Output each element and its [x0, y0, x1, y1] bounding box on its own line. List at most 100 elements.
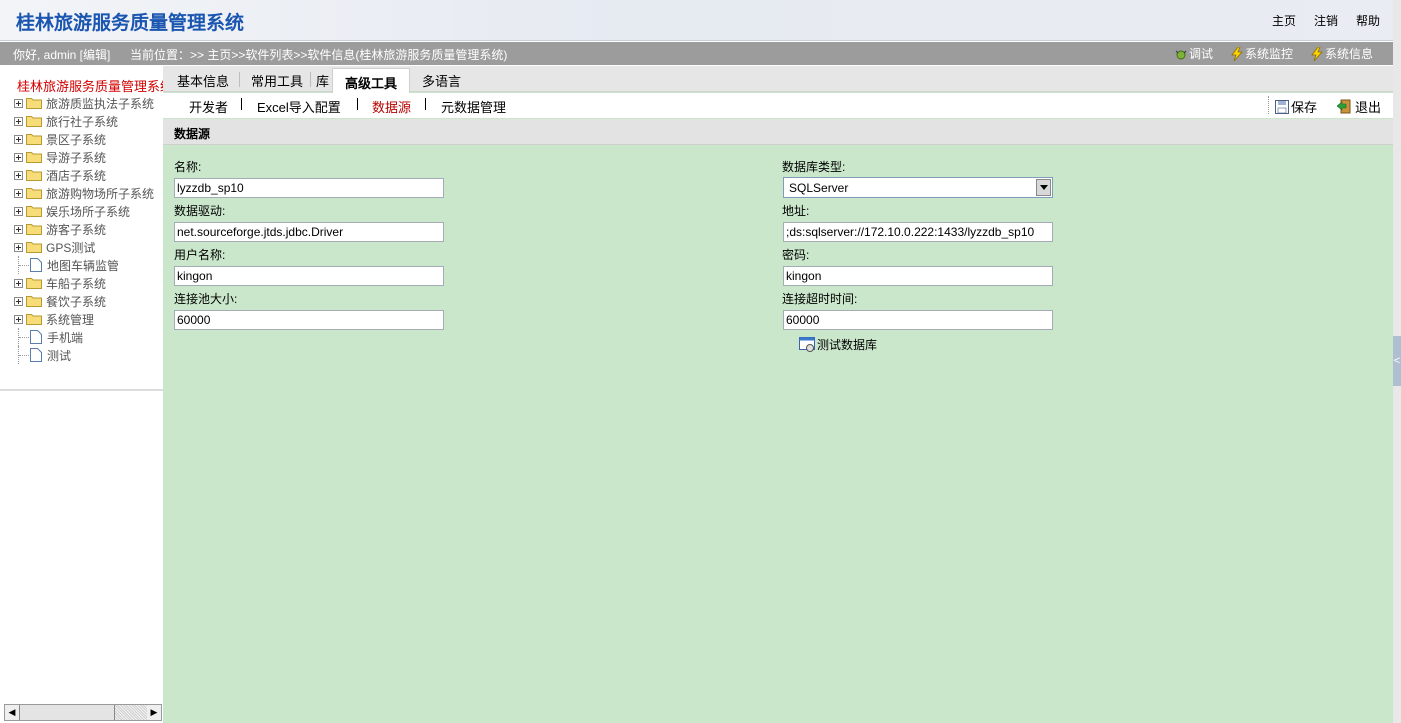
logout-link[interactable]: 注销 [1314, 12, 1338, 29]
tree-item[interactable]: 系统管理 [14, 310, 163, 328]
driver-input[interactable] [174, 222, 444, 242]
tree-item[interactable]: 手机端 [14, 328, 163, 346]
exit-button[interactable]: 退出 [1336, 97, 1381, 116]
tree-item-label: 测试 [47, 348, 72, 363]
tree-item-label: 地图车辆监管 [47, 258, 120, 273]
collapse-handle[interactable]: < [1393, 336, 1401, 386]
tree-item-label: 旅行社子系统 [46, 114, 119, 129]
pool-size-label: 连接池大小: [174, 292, 238, 306]
info-bar: 你好, admin [编辑] 当前位置：>> 主页>>软件列表>>软件信息(桂林… [0, 42, 1393, 65]
username-input[interactable] [174, 266, 444, 286]
tree-item[interactable]: 游客子系统 [14, 220, 163, 238]
tree-item-label: 游客子系统 [46, 222, 107, 237]
exit-icon [1336, 99, 1351, 114]
tree-item[interactable]: 地图车辆监管 [14, 256, 163, 274]
tab-advanced-tools[interactable]: 高级工具 [332, 68, 411, 93]
timeout-input[interactable] [783, 310, 1053, 330]
name-input[interactable] [174, 178, 444, 198]
db-type-select[interactable]: SQLServer [783, 177, 1053, 198]
tree-root-label: 桂林旅游服务质量管理系统 [17, 79, 163, 94]
home-link[interactable]: 主页 [1272, 12, 1296, 29]
test-database-label: 测试数据库 [817, 338, 878, 352]
tree-item[interactable]: 娱乐场所子系统 [14, 202, 163, 220]
system-monitor-button[interactable]: 系统监控 [1231, 45, 1293, 62]
tree-item[interactable]: 测试 [14, 346, 163, 364]
system-info-button[interactable]: 系统信息 [1311, 45, 1373, 62]
debug-label: 调试 [1188, 47, 1213, 61]
scroll-track[interactable] [115, 705, 147, 720]
test-database-button[interactable]: 测试数据库 [799, 336, 877, 353]
tree-item[interactable]: GPS测试 [14, 238, 163, 256]
tree-item[interactable]: 车船子系统 [14, 274, 163, 292]
folder-icon [26, 116, 42, 127]
pool-size-input[interactable] [174, 310, 444, 330]
toolbar-divider [1268, 96, 1269, 114]
expand-icon[interactable] [14, 98, 23, 108]
expand-icon[interactable] [14, 224, 23, 234]
tab-library[interactable]: 库 [316, 71, 329, 90]
tree-item[interactable]: 景区子系统 [14, 130, 163, 148]
action-buttons: 保存 退出 [1274, 97, 1381, 116]
folder-icon [26, 170, 42, 181]
section-title: 数据源 [174, 127, 211, 141]
expand-icon[interactable] [14, 278, 23, 288]
tab-multilanguage[interactable]: 多语言 [422, 71, 461, 90]
expand-icon[interactable] [14, 188, 23, 198]
tree-connector [18, 346, 30, 364]
expand-icon[interactable] [14, 116, 23, 126]
subtab-separator [241, 98, 242, 110]
subtab-separator [357, 98, 358, 110]
expand-icon[interactable] [14, 206, 23, 216]
page-icon [30, 348, 42, 362]
save-button[interactable]: 保存 [1274, 97, 1317, 116]
name-label: 名称: [174, 160, 202, 174]
help-link[interactable]: 帮助 [1356, 12, 1380, 29]
tree-item[interactable]: 餐饮子系统 [14, 292, 163, 310]
subtab-separator [425, 98, 426, 110]
subtab-developer[interactable]: 开发者 [189, 97, 228, 116]
test-database-icon [799, 337, 815, 352]
breadcrumb: 当前位置：>> 主页>>软件列表>>软件信息(桂林旅游服务质量管理系统) [130, 48, 508, 62]
tree: 旅游质监执法子系统 旅行社子系统 景区子系统 导游子系统 酒店子系统 旅游购物场… [14, 94, 163, 364]
password-input[interactable] [783, 266, 1053, 286]
tree-item[interactable]: 旅游购物场所子系统 [14, 184, 163, 202]
page-icon [30, 258, 42, 272]
expand-icon[interactable] [14, 296, 23, 306]
tree-item-label: 餐饮子系统 [46, 294, 107, 309]
expand-icon[interactable] [14, 242, 23, 252]
subtab-metadata[interactable]: 元数据管理 [441, 97, 506, 116]
user-greeting[interactable]: 你好, admin [编辑] [13, 46, 110, 63]
subtab-datasource[interactable]: 数据源 [372, 97, 411, 116]
tree-item[interactable]: 酒店子系统 [14, 166, 163, 184]
sub-toolbar: 开发者 Excel导入配置 数据源 元数据管理 保存 退出 [163, 93, 1393, 118]
system-info-label: 系统信息 [1324, 47, 1373, 61]
expand-icon[interactable] [14, 170, 23, 180]
tab-common-tools[interactable]: 常用工具 [251, 71, 303, 90]
page-icon [30, 330, 42, 344]
expand-icon[interactable] [14, 314, 23, 324]
tree-item-label: 导游子系统 [46, 150, 107, 165]
db-type-label: 数据库类型: [782, 160, 846, 174]
expand-icon[interactable] [14, 152, 23, 162]
tree-item-label: 旅游质监执法子系统 [46, 96, 155, 111]
dropdown-arrow-icon[interactable] [1036, 179, 1051, 196]
expand-icon[interactable] [14, 134, 23, 144]
tree-item[interactable]: 旅行社子系统 [14, 112, 163, 130]
tree-item[interactable]: 导游子系统 [14, 148, 163, 166]
scroll-left-icon[interactable]: ◀ [5, 705, 19, 720]
horizontal-scrollbar[interactable]: ◀ ▶ [4, 704, 162, 721]
tree-item[interactable]: 旅游质监执法子系统 [14, 94, 163, 112]
system-monitor-label: 系统监控 [1244, 47, 1293, 61]
tree-item-label: 娱乐场所子系统 [46, 204, 131, 219]
tree-root[interactable]: 桂林旅游服务质量管理系统 [14, 76, 163, 95]
scroll-right-icon[interactable]: ▶ [147, 705, 161, 720]
db-type-value: SQLServer [789, 181, 849, 195]
tab-separator [310, 72, 311, 87]
main-content: 基本信息 常用工具 库 高级工具 多语言 开发者 Excel导入配置 数据源 元… [163, 66, 1393, 723]
sidebar: 桂林旅游服务质量管理系统 旅游质监执法子系统 旅行社子系统 景区子系统 导游子系… [0, 66, 163, 723]
tab-basic-info[interactable]: 基本信息 [177, 71, 229, 90]
scroll-thumb[interactable] [19, 705, 115, 720]
subtab-excel-import[interactable]: Excel导入配置 [257, 97, 341, 116]
debug-button[interactable]: 调试 [1175, 45, 1213, 62]
url-input[interactable] [783, 222, 1053, 242]
